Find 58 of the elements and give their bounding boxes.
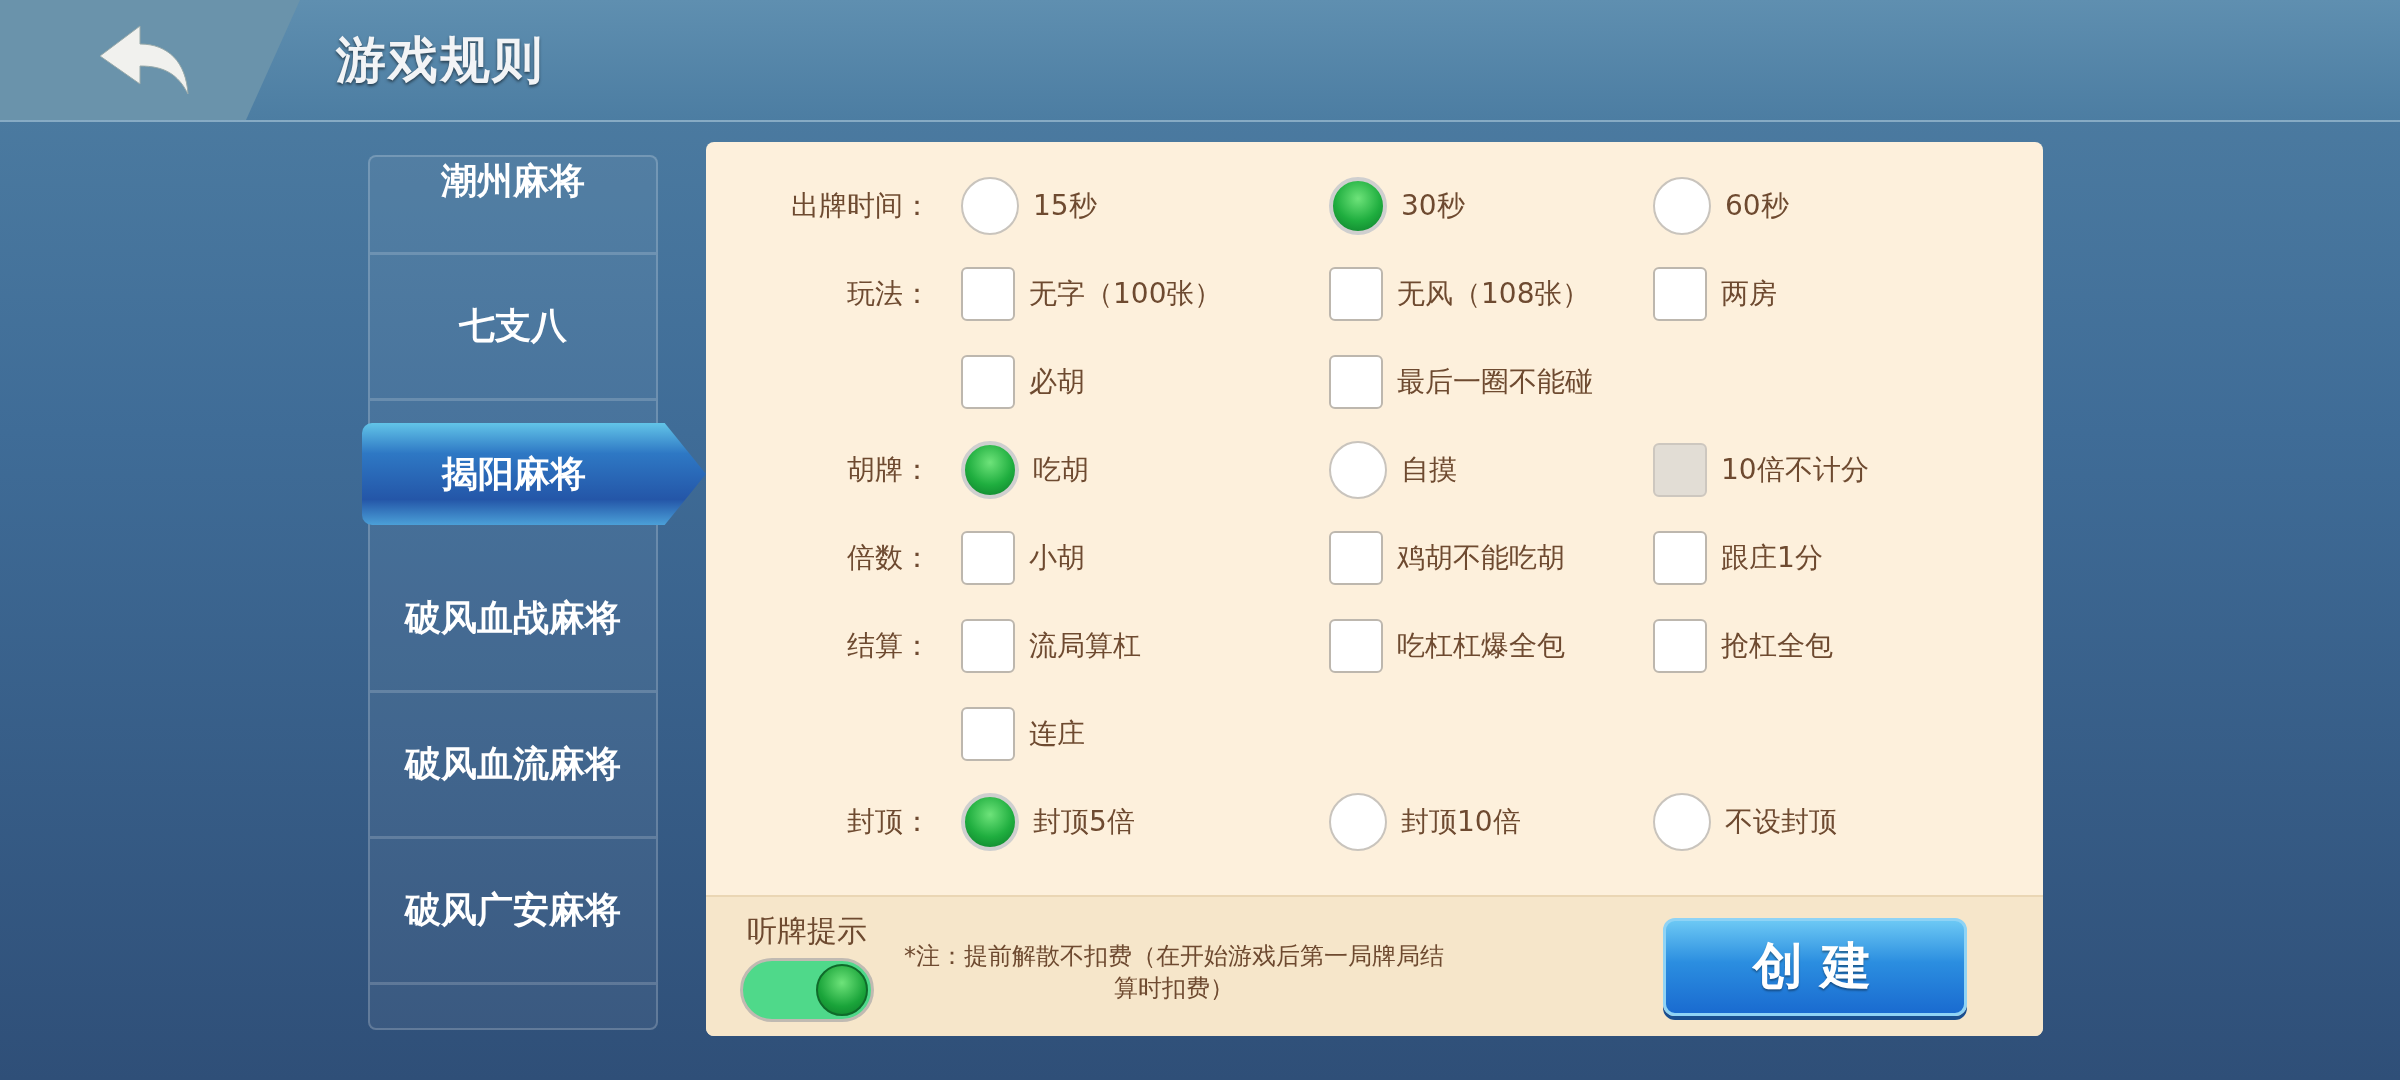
checkbox[interactable] — [961, 707, 1015, 761]
checkbox[interactable] — [961, 531, 1015, 585]
radio-button[interactable] — [961, 441, 1019, 499]
option-label: 连庄 — [1029, 716, 1085, 752]
page-title: 游戏规则 — [336, 29, 544, 91]
rule-label: 胡牌： — [847, 452, 931, 488]
back-button[interactable] — [0, 0, 300, 120]
option-label: 自摸 — [1401, 452, 1457, 488]
back-arrow-icon — [98, 24, 190, 96]
rule-label: 倍数： — [847, 540, 931, 576]
checkbox[interactable] — [961, 355, 1015, 409]
option-label: 流局算杠 — [1029, 628, 1141, 664]
sidebar-item[interactable]: 七支八 — [370, 255, 656, 401]
option-label: 15秒 — [1033, 188, 1097, 224]
checkbox[interactable] — [1653, 619, 1707, 673]
checkbox[interactable] — [961, 267, 1015, 321]
option-label: 小胡 — [1029, 540, 1085, 576]
radio-button[interactable] — [961, 793, 1019, 851]
rule-label: 出牌时间： — [791, 188, 931, 224]
option-label: 10倍不计分 — [1721, 452, 1869, 488]
rule-label: 结算： — [847, 628, 931, 664]
radio-button[interactable] — [1653, 793, 1711, 851]
radio-button[interactable] — [1329, 793, 1387, 851]
radio-button[interactable] — [1329, 177, 1387, 235]
option-label: 跟庄1分 — [1721, 540, 1823, 576]
checkbox[interactable] — [1653, 531, 1707, 585]
option-label: 两房 — [1721, 276, 1777, 312]
radio-button[interactable] — [961, 177, 1019, 235]
option-label: 不设封顶 — [1725, 804, 1837, 840]
rule-label: 封顶： — [847, 804, 931, 840]
option-label: 吃胡 — [1033, 452, 1089, 488]
option-label: 60秒 — [1725, 188, 1789, 224]
checkbox[interactable] — [1329, 531, 1383, 585]
sidebar-item[interactable]: 破风广安麻将 — [370, 839, 656, 985]
sidebar-item[interactable]: 揭阳麻将 — [362, 423, 706, 525]
option-label: 最后一圈不能碰 — [1397, 364, 1593, 400]
option-label: 必胡 — [1029, 364, 1085, 400]
checkbox[interactable] — [1329, 619, 1383, 673]
checkbox[interactable] — [1329, 267, 1383, 321]
radio-button[interactable] — [1653, 177, 1711, 235]
radio-button[interactable] — [1329, 441, 1387, 499]
rule-label: 玩法： — [847, 276, 931, 312]
option-label: 无字（100张） — [1029, 276, 1223, 312]
option-label: 鸡胡不能吃胡 — [1397, 540, 1565, 576]
sidebar-item[interactable]: 破风血流麻将 — [370, 693, 656, 839]
option-label: 无风（108张） — [1397, 276, 1591, 312]
fee-note: *注：提前解散不扣费（在开始游戏后第一局牌局结算时扣费） — [904, 940, 1444, 1004]
option-label: 30秒 — [1401, 188, 1465, 224]
option-label: 抢杠全包 — [1721, 628, 1833, 664]
option-label: 封顶5倍 — [1033, 804, 1135, 840]
checkbox[interactable] — [1329, 355, 1383, 409]
sidebar-item[interactable]: 潮州麻将 — [370, 157, 656, 255]
checkbox[interactable] — [961, 619, 1015, 673]
option-label: 吃杠杠爆全包 — [1397, 628, 1565, 664]
toggle-label: 听牌提示 — [747, 912, 867, 950]
option-label: 封顶10倍 — [1401, 804, 1521, 840]
sidebar-item[interactable]: 破风血战麻将 — [370, 547, 656, 693]
checkbox[interactable] — [1653, 267, 1707, 321]
